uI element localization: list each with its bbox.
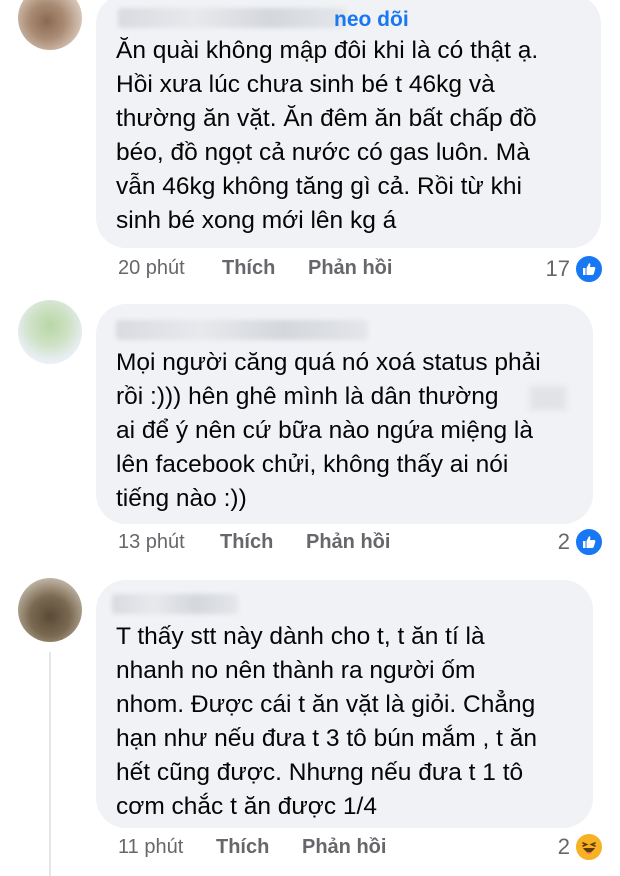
thread-line <box>49 652 51 876</box>
comment-text-line: nhom. Được cái t ăn vặt là giỏi. Chẳng <box>116 691 536 718</box>
comment-text-line: Mọi người căng quá nó xoá status phải <box>116 349 541 376</box>
comment-text-line: sinh bé xong mới lên kg á <box>116 207 397 234</box>
comment-text-line: Hồi xưa lúc chưa sinh bé t 46kg và <box>116 71 495 98</box>
comment-text-line: nhanh no nên thành ra người ốm <box>116 657 476 684</box>
reaction-summary[interactable]: 2 <box>558 527 604 557</box>
comment-text-line: ai để ý nên cứ bữa nào ngứa miệng là <box>116 417 533 444</box>
comment-text-line: béo, đồ ngọt cả nước có gas luôn. Mà <box>116 139 530 166</box>
avatar[interactable] <box>18 300 82 364</box>
comment-text-line: vẫn 46kg không tăng gì cả. Rồi từ khi <box>116 173 522 200</box>
comment-text-line: hết cũng được. Nhưng nếu đưa t 1 tô <box>116 759 524 786</box>
comment-text-line: thường ăn vặt. Ăn đêm ăn bất chấp đồ <box>116 105 537 132</box>
comment-meta: 20 phút Thích Phản hồi <box>118 254 418 282</box>
comment-meta: 11 phút Thích Phản hồi <box>118 833 418 861</box>
comment-text-line: rồi :))) hên ghê mình là dân thường <box>116 383 499 410</box>
like-icon <box>574 254 604 284</box>
like-button[interactable]: Thích <box>222 254 275 282</box>
reaction-count: 2 <box>557 529 570 554</box>
like-icon <box>574 527 604 557</box>
comment-text-line: Ăn quài không mập đôi khi là có thật ạ. <box>116 37 539 64</box>
reply-button[interactable]: Phản hồi <box>308 254 392 282</box>
avatar[interactable] <box>18 0 82 50</box>
avatar[interactable] <box>18 578 82 642</box>
reply-button[interactable]: Phản hồi <box>306 528 390 556</box>
comment-bubble: neo dõi Ăn quài không mập đôi khi là có … <box>96 0 601 248</box>
author-follow-label[interactable]: neo dõi <box>334 8 409 32</box>
reaction-summary[interactable]: 2 <box>558 832 604 862</box>
reply-button[interactable]: Phản hồi <box>302 833 386 861</box>
comment-text-line: tiếng nào :)) <box>116 485 247 512</box>
comment-text-line: T thấy stt này dành cho t, t ăn tí là <box>116 623 485 650</box>
timestamp[interactable]: 20 phút <box>118 254 185 282</box>
comment-text-line: hạn như nếu đưa t 3 tô bún mắm , t ăn <box>116 725 537 752</box>
comment-bubble: T thấy stt này dành cho t, t ăn tí là nh… <box>96 580 593 828</box>
like-button[interactable]: Thích <box>216 833 269 861</box>
haha-icon <box>574 832 604 862</box>
reaction-count: 17 <box>545 256 570 281</box>
reaction-count: 2 <box>557 834 570 859</box>
reaction-summary[interactable]: 17 <box>546 254 604 284</box>
comment-meta: 13 phút Thích Phản hồi <box>118 528 418 556</box>
comment-text-line: lên facebook chửi, không thấy ai nói <box>116 451 509 478</box>
like-button[interactable]: Thích <box>220 528 273 556</box>
timestamp[interactable]: 13 phút <box>118 528 185 556</box>
redacted-word <box>530 386 566 410</box>
author-name-blurred[interactable] <box>112 594 238 614</box>
timestamp[interactable]: 11 phút <box>118 833 183 861</box>
author-name-blurred[interactable] <box>118 8 346 28</box>
comment-bubble: Mọi người căng quá nó xoá status phải rồ… <box>96 304 593 524</box>
comment-text-line: cơm chắc t ăn được 1/4 <box>116 793 377 820</box>
author-name-blurred[interactable] <box>116 320 368 340</box>
